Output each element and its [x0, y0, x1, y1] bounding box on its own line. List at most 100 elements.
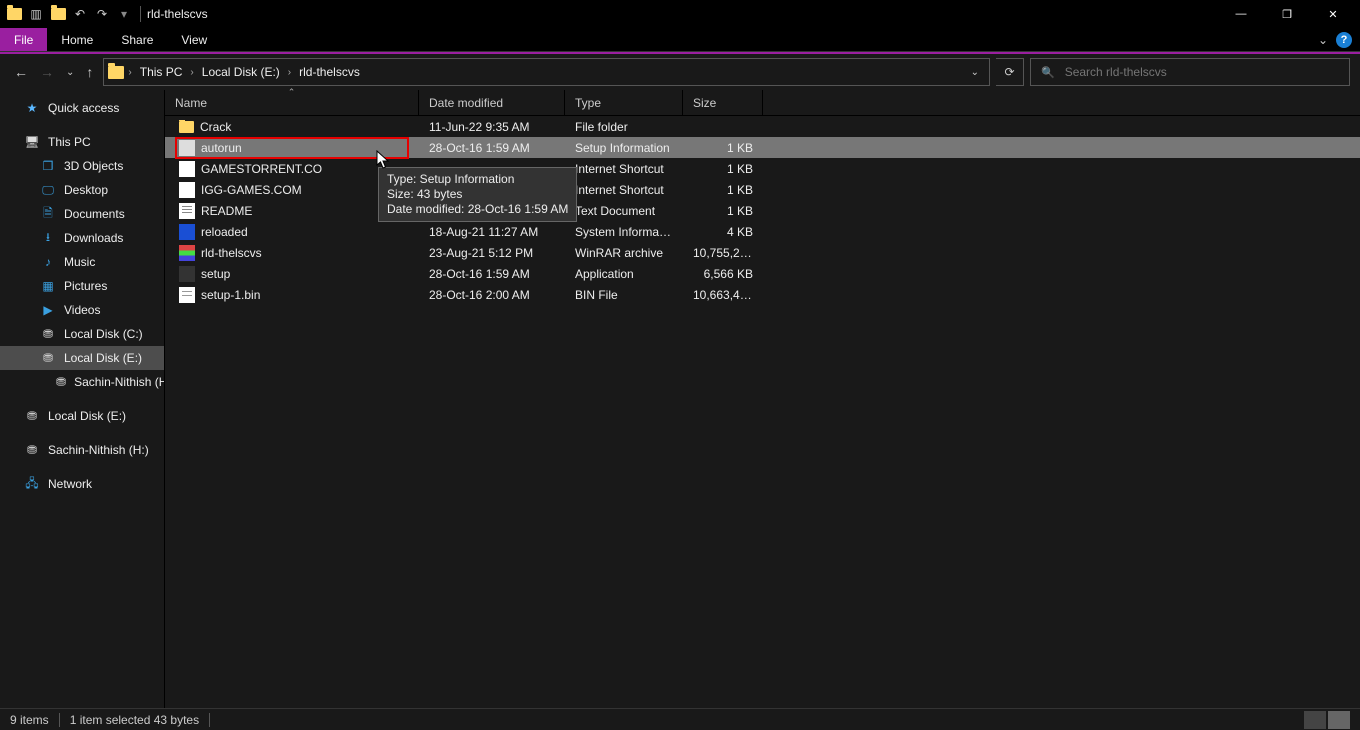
column-type[interactable]: Type: [565, 90, 683, 115]
file-name: setup-1.bin: [201, 288, 260, 302]
menu-bar: File Home Share View ⌄ ?: [0, 28, 1360, 52]
file-row[interactable]: rld-thelscvs23-Aug-21 5:12 PMWinRAR arch…: [165, 242, 1360, 263]
minimize-button[interactable]: —: [1218, 0, 1264, 28]
search-input[interactable]: [1065, 65, 1339, 79]
view-tab[interactable]: View: [167, 28, 221, 51]
recent-locations-button[interactable]: ⌄: [62, 65, 78, 80]
chevron-right-icon[interactable]: ›: [190, 67, 193, 78]
breadcrumb[interactable]: This PC: [136, 65, 187, 79]
file-row[interactable]: READMEText Document1 KB: [165, 200, 1360, 221]
pictures-icon: ▦: [40, 278, 56, 294]
separator: [140, 6, 141, 22]
file-date: 28-Oct-16 2:00 AM: [419, 288, 565, 302]
file-icon: [179, 266, 195, 282]
drive-icon: ⛃: [56, 374, 66, 390]
home-tab[interactable]: Home: [47, 28, 107, 51]
qat-dropdown-icon[interactable]: ▾: [114, 4, 134, 24]
refresh-button[interactable]: ⟳: [996, 58, 1024, 86]
file-size: 10,755,264 ...: [683, 246, 763, 260]
file-row[interactable]: setup-1.bin28-Oct-16 2:00 AMBIN File10,6…: [165, 284, 1360, 305]
sidebar-quick-access[interactable]: ★ Quick access: [0, 96, 164, 120]
file-name: IGG-GAMES.COM: [201, 183, 302, 197]
sidebar-item-pictures[interactable]: ▦ Pictures: [0, 274, 164, 298]
addressbar-dropdown-icon[interactable]: ⌄: [971, 67, 979, 78]
downloads-icon: ⭳: [40, 230, 56, 246]
qat-redo-icon[interactable]: ↷: [92, 4, 112, 24]
desktop-icon: 🖵: [40, 182, 56, 198]
thumbnail-view-button[interactable]: [1328, 711, 1350, 729]
help-icon[interactable]: ?: [1336, 32, 1352, 48]
navigation-pane: ★ Quick access 🖥 This PC ❒3D Objects 🖵 De…: [0, 90, 165, 708]
file-type: Application: [565, 267, 683, 281]
main-area: ★ Quick access 🖥 This PC ❒3D Objects 🖵 De…: [0, 90, 1360, 708]
status-selection: 1 item selected 43 bytes: [70, 713, 199, 727]
sidebar-item-videos[interactable]: ▶Videos: [0, 298, 164, 322]
file-row[interactable]: setup28-Oct-16 1:59 AMApplication6,566 K…: [165, 263, 1360, 284]
sidebar-item-local-disk-c[interactable]: ⛃Local Disk (C:): [0, 322, 164, 346]
qat-properties-icon[interactable]: ▥: [26, 4, 46, 24]
maximize-button[interactable]: ❐: [1264, 0, 1310, 28]
sidebar-item-local-disk-e[interactable]: ⛃Local Disk (E:): [0, 346, 164, 370]
drive-icon: ⛃: [40, 350, 56, 366]
file-date: 23-Aug-21 5:12 PM: [419, 246, 565, 260]
file-tooltip: Type: Setup Information Size: 43 bytes D…: [378, 167, 577, 222]
sidebar-this-pc[interactable]: 🖥 This PC: [0, 130, 164, 154]
qat-folder-icon[interactable]: [4, 4, 24, 24]
search-box[interactable]: 🔍: [1030, 58, 1350, 86]
forward-button[interactable]: →: [36, 62, 58, 82]
music-icon: ♪: [40, 254, 56, 270]
file-type: Internet Shortcut: [565, 162, 683, 176]
network-icon: 🖧: [24, 476, 40, 492]
qat-new-folder-icon[interactable]: [48, 4, 68, 24]
sidebar-item-label: Local Disk (E:): [48, 409, 126, 423]
sidebar-network[interactable]: 🖧 Network: [0, 472, 164, 496]
address-bar[interactable]: › This PC › Local Disk (E:) › rld-thelsc…: [103, 58, 990, 86]
column-date[interactable]: Date modified: [419, 90, 565, 115]
sidebar-item-label: Desktop: [64, 183, 108, 197]
tooltip-line: Size: 43 bytes: [387, 187, 568, 202]
column-name[interactable]: Name⌃: [165, 90, 419, 115]
sidebar-item-documents[interactable]: 🗎Documents: [0, 202, 164, 226]
file-name: autorun: [201, 141, 242, 155]
back-button[interactable]: ←: [10, 62, 32, 82]
sidebar-item-label: Sachin-Nithish (H:): [48, 443, 149, 457]
quick-access-toolbar: ▥ ↶ ↷ ▾: [4, 4, 134, 24]
sidebar-item-music[interactable]: ♪Music: [0, 250, 164, 274]
file-list: Name⌃ Date modified Type Size Crack11-Ju…: [165, 90, 1360, 708]
tooltip-line: Type: Setup Information: [387, 172, 568, 187]
expand-ribbon-icon[interactable]: ⌄: [1318, 33, 1328, 47]
sidebar-item-label: Network: [48, 477, 92, 491]
file-menu[interactable]: File: [0, 28, 47, 51]
sidebar-item-sachin-nithish-h-2[interactable]: ⛃Sachin-Nithish (H:): [0, 438, 164, 462]
sidebar-item-3d-objects[interactable]: ❒3D Objects: [0, 154, 164, 178]
breadcrumb[interactable]: rld-thelscvs: [295, 65, 364, 79]
share-tab[interactable]: Share: [107, 28, 167, 51]
up-button[interactable]: ↑: [82, 62, 97, 82]
close-button[interactable]: ✕: [1310, 0, 1356, 28]
file-icon: [179, 203, 195, 219]
file-row[interactable]: Crack11-Jun-22 9:35 AMFile folder: [165, 116, 1360, 137]
details-view-button[interactable]: [1304, 711, 1326, 729]
column-size[interactable]: Size: [683, 90, 763, 115]
file-icon: [179, 161, 195, 177]
sidebar-item-desktop[interactable]: 🖵 Desktop: [0, 178, 164, 202]
sidebar-item-sachin-nithish-h[interactable]: ⛃Sachin-Nithish (H:): [0, 370, 164, 394]
file-name: rld-thelscvs: [201, 246, 262, 260]
qat-undo-icon[interactable]: ↶: [70, 4, 90, 24]
file-type: Internet Shortcut: [565, 183, 683, 197]
file-icon: [179, 182, 195, 198]
file-size: 4 KB: [683, 225, 763, 239]
file-row[interactable]: GAMESTORRENT.COInternet Shortcut1 KB: [165, 158, 1360, 179]
file-row[interactable]: IGG-GAMES.COMInternet Shortcut1 KB: [165, 179, 1360, 200]
chevron-right-icon[interactable]: ›: [288, 67, 291, 78]
sidebar-item-local-disk-e-2[interactable]: ⛃Local Disk (E:): [0, 404, 164, 428]
file-row[interactable]: reloaded18-Aug-21 11:27 AMSystem Informa…: [165, 221, 1360, 242]
file-row[interactable]: autorun28-Oct-16 1:59 AMSetup Informatio…: [165, 137, 1360, 158]
sidebar-item-label: Pictures: [64, 279, 107, 293]
file-name: GAMESTORRENT.CO: [201, 162, 322, 176]
sidebar-item-label: Quick access: [48, 101, 119, 115]
navigation-bar: ← → ⌄ ↑ › This PC › Local Disk (E:) › rl…: [0, 54, 1360, 90]
sidebar-item-downloads[interactable]: ⭳Downloads: [0, 226, 164, 250]
breadcrumb[interactable]: Local Disk (E:): [198, 65, 284, 79]
chevron-right-icon[interactable]: ›: [128, 67, 131, 78]
